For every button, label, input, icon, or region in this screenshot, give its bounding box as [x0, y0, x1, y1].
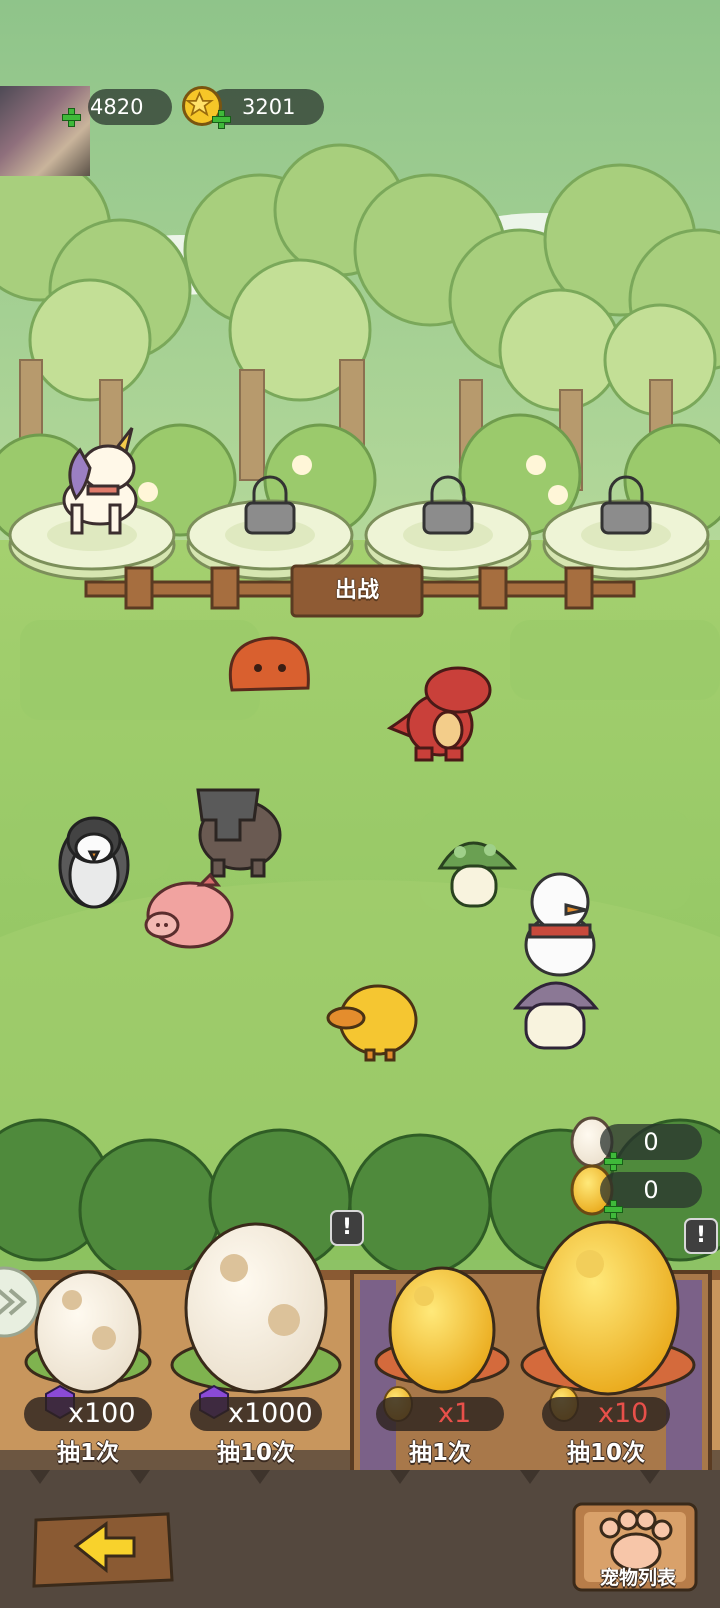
battle-slot-unicorn[interactable] [12, 500, 172, 580]
slime-pet [228, 636, 310, 692]
add-gems-icon[interactable] [62, 108, 81, 127]
gems-value: 4820 [90, 95, 144, 119]
gems-counter: 4820 [88, 89, 172, 125]
back-button[interactable] [34, 1512, 174, 1588]
pet-list-label: 宠物列表 [599, 1567, 676, 1589]
battle-slot-locked-4[interactable] [546, 500, 706, 580]
golden-egg-count: 0 [643, 1176, 659, 1204]
add-golden-egg-icon[interactable] [604, 1200, 623, 1219]
gacha-cost-value: x10 [598, 1398, 649, 1429]
coins-value: 3201 [242, 95, 296, 119]
add-white-egg-icon[interactable] [604, 1152, 623, 1171]
gacha-draw-label: 抽1次 [56, 1440, 119, 1466]
gacha-cost-label: x100 [24, 1397, 152, 1431]
snowman-pet [524, 872, 596, 977]
gacha-draw-label: 抽1次 [408, 1440, 471, 1466]
gacha-cost-value: x100 [68, 1398, 136, 1429]
gacha-draw-label: 抽10次 [566, 1440, 645, 1466]
penguin-pet [58, 816, 130, 909]
add-coins-icon[interactable] [212, 110, 231, 129]
gacha-cost-label: x1 [376, 1397, 504, 1431]
gacha-draw-label: 抽10次 [216, 1440, 295, 1466]
battle-slot-locked-2[interactable] [190, 500, 350, 580]
gacha-cost-label: x1000 [190, 1397, 322, 1431]
gacha-cost-label: x10 [542, 1397, 670, 1431]
gacha-cost-value: x1 [438, 1398, 472, 1429]
battle-slot-locked-3[interactable] [368, 500, 528, 580]
gacha-cost-value: x1000 [228, 1398, 313, 1429]
white-egg-count: 0 [643, 1128, 659, 1156]
player-avatar[interactable] [0, 86, 90, 176]
